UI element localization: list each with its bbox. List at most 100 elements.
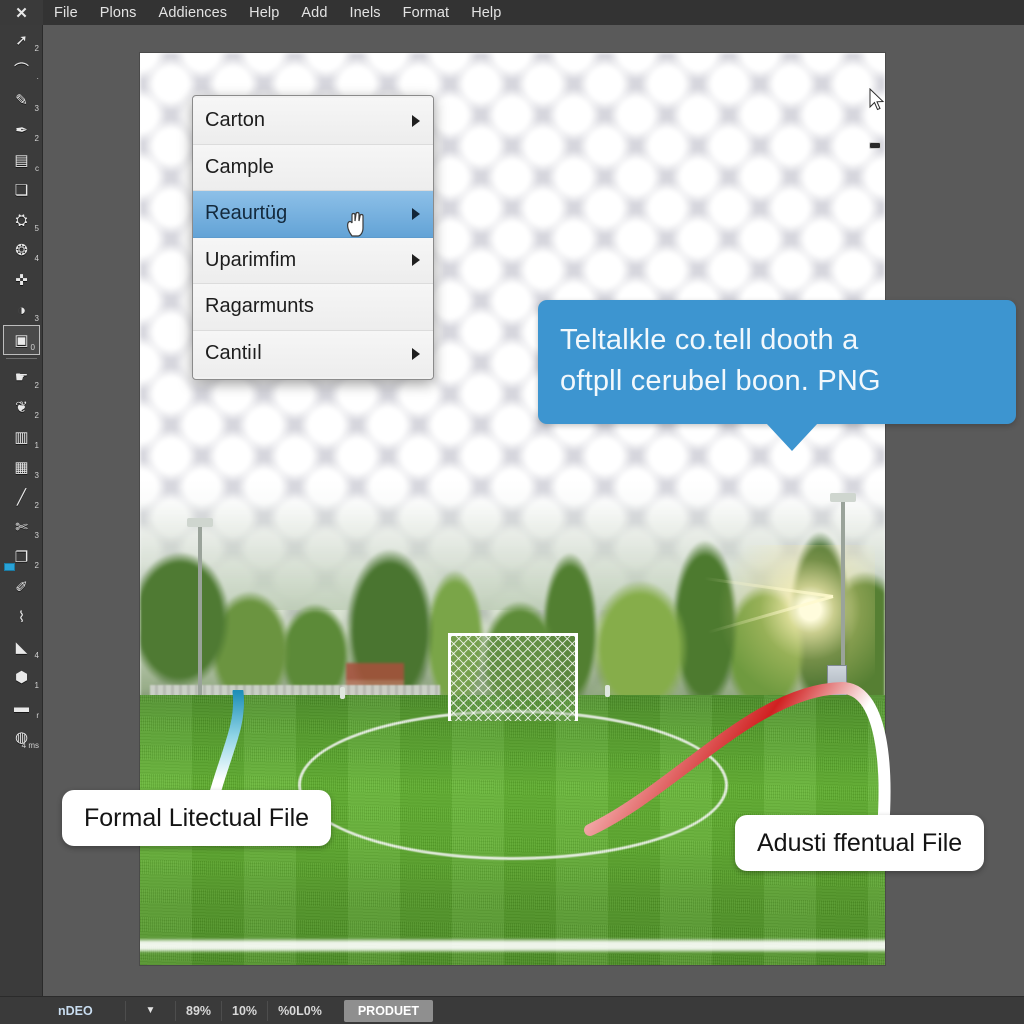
color-swatch[interactable] [4,563,15,571]
gradient-icon: ▬ [14,698,29,716]
contrast-icon: ◑ [16,301,27,319]
status-zoom-level[interactable]: 89% [176,1000,223,1021]
tool-badge: 3 [34,531,39,540]
soccer-goal [447,633,578,721]
status-bar: nDEO ▼ 89% 10% %0L0% PRODUET [0,996,1024,1024]
status-value-3[interactable]: %0L0% [268,1001,332,1021]
menu-item-inels[interactable]: Inels [339,0,392,25]
context-menu[interactable]: Carton Cample Reaurtüg Uparimfim Ragarmu… [192,95,434,380]
tool-grid-icon[interactable]: ▦ 3 [0,452,42,482]
tool-palette: ➚ 2 ⌒ · ✎ 3 ✒ 2 ▤ c ❏ ⛭ 5 ❂ 4 ✜ ◑ 3 ▣ 0 ☛ 2 ❦ 2 ▥ 1 … [0,25,43,996]
tool-puzzle-icon[interactable]: ✜ [0,265,42,295]
submenu-arrow-icon [412,207,420,220]
tool-clone-icon[interactable]: ❂ 4 [0,235,42,265]
status-product-badge[interactable]: PRODUET [343,999,433,1022]
menu-item-plons[interactable]: Plons [89,0,148,25]
tooltip-line-1: Teltalkle co.tell dooth a [560,324,859,356]
tool-badge: c [35,164,39,173]
tool-contrast-icon[interactable]: ◑ 3 [0,295,42,325]
copy-icon: ❏ [14,181,29,199]
tool-pen-icon[interactable]: ✎ 3 [0,85,42,115]
pointer-icon: ➚ [15,31,28,49]
tool-badge: 4 [34,651,39,660]
status-document-name[interactable]: nDEO [48,1000,126,1021]
context-menu-item-uparimfim[interactable]: Uparimfim [193,237,433,284]
tool-badge: 2 [34,501,39,510]
tool-copy-icon[interactable]: ❏ [0,175,42,205]
toolbar-divider [5,358,37,359]
bucket-icon: ▥ [14,428,29,446]
floodlight-pole-left [187,518,213,715]
tool-badge: 1 [34,441,39,450]
menu-item-file[interactable]: File [43,0,89,25]
context-menu-item-cantil[interactable]: Cantiıl [193,330,433,377]
context-menu-item-reaurtug[interactable]: Reaurtüg [193,191,433,238]
context-menu-label: Carton [205,109,266,132]
tool-badge: 1 [34,681,39,690]
tool-quill-icon[interactable]: ✒ 2 [0,115,42,145]
eyedropper-icon: ⌇ [17,608,26,626]
callout-right[interactable]: Adusti ffentual File [735,815,985,871]
tool-badge: 5 [34,224,39,233]
lasso-icon: ⌒ [13,61,29,79]
context-menu-item-cample[interactable]: Cample [193,144,433,191]
tool-badge: r [36,711,39,720]
tool-eyedropper-icon[interactable]: ⌇ [0,602,42,632]
menu-item-help-2[interactable]: Help [460,0,512,25]
field-cone [340,687,345,699]
submenu-arrow-icon [412,114,420,127]
tool-bucket-icon[interactable]: ▥ 1 [0,422,42,452]
close-icon[interactable]: ✕ [0,0,43,25]
mouse-cursor-icon [869,88,885,111]
tool-badge: 2 [34,561,39,570]
tool-stamp-icon[interactable]: ⛭ 5 [0,205,42,235]
hand-icon: ☛ [14,368,29,386]
status-dropdown-icon[interactable]: ▼ [126,1000,176,1021]
context-menu-label: Cantiıl [205,342,262,365]
menu-item-add[interactable]: Add [290,0,338,25]
pencil-icon: ✐ [15,578,28,596]
context-menu-item-carton[interactable]: Carton [193,98,433,145]
context-menu-item-ragarmunts[interactable]: Ragarmunts [193,284,433,331]
fill-icon: ◣ [15,638,28,656]
tool-badge: 4 ms [21,741,39,750]
tool-save-icon[interactable]: ▤ c [0,145,42,175]
menu-item-format[interactable]: Format [392,0,461,25]
selection-handle[interactable] [869,142,881,149]
application-window: ✕ File Plons Addiences Help Add Inels Fo… [0,0,1024,1024]
tool-lasso-icon[interactable]: ⌒ · [0,55,42,85]
menu-item-help[interactable]: Help [238,0,290,25]
tool-blob-icon[interactable]: ⬢ 1 [0,662,42,692]
quill-icon: ✒ [15,121,28,139]
soccer-field-image [140,480,885,965]
puzzle-icon: ✜ [15,271,28,289]
tool-line-icon[interactable]: ╱ 2 [0,482,42,512]
tool-fill-icon[interactable]: ◣ 4 [0,632,42,662]
context-menu-label: Ragarmunts [205,295,314,318]
tool-scissors-icon[interactable]: ✄ 3 [0,512,42,542]
menu-item-addiences[interactable]: Addiences [148,0,239,25]
tool-gradient-icon[interactable]: ▬ r [0,692,42,722]
tool-badge: 2 [34,44,39,53]
line-icon: ╱ [16,488,27,506]
tool-badge: 3 [34,104,39,113]
tool-hand-icon[interactable]: ☛ 2 [0,362,42,392]
tool-brain-icon[interactable]: ❦ 2 [0,392,42,422]
status-value-2[interactable]: 10% [222,1000,269,1021]
save-icon: ▤ [14,151,29,169]
tool-crop-icon[interactable]: ▣ 0 [3,325,40,355]
clone-icon: ❂ [15,241,28,259]
crop-icon: ▣ [14,331,29,349]
tool-layers-icon[interactable]: ❐ 2 [0,542,42,572]
tool-globe-icon[interactable]: ◍ 4 ms [0,722,42,752]
tool-pencil-icon[interactable]: ✐ [0,572,42,602]
sun-flare [705,545,875,715]
callout-left[interactable]: Formal Litectual File [62,790,332,846]
tool-pointer-icon[interactable]: ➚ 2 [0,25,42,55]
stamp-icon: ⛭ [15,211,28,229]
context-menu-label: Cample [205,155,274,178]
context-menu-label: Uparimfim [205,248,297,271]
tool-badge: 3 [34,314,39,323]
grid-icon: ▦ [14,458,29,476]
tool-badge: 4 [34,254,39,263]
